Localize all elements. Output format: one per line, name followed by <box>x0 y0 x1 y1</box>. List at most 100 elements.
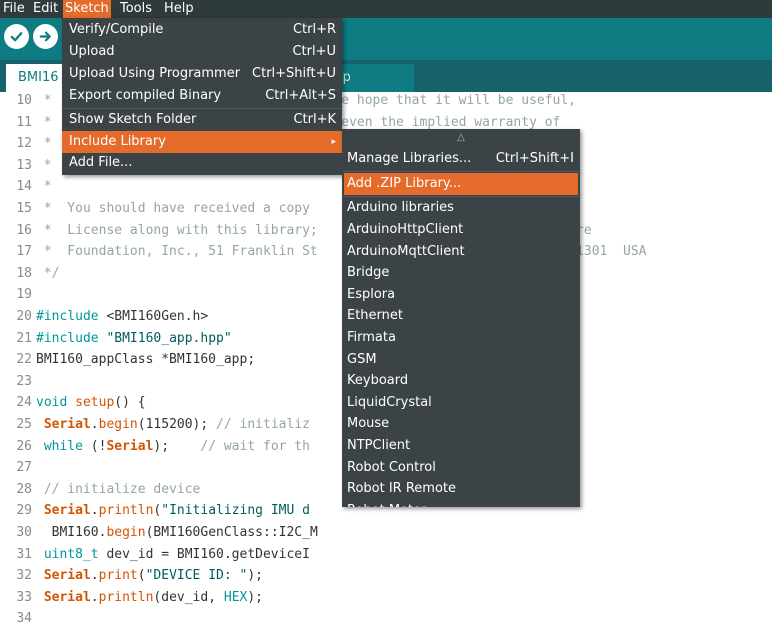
library-item[interactable]: Mouse <box>342 413 580 435</box>
line-number: 21 <box>16 330 32 346</box>
library-item[interactable]: ArduinoMqttClient <box>342 241 580 263</box>
menu-item-label: Export compiled Binary <box>69 88 222 103</box>
line-number: 13 <box>16 157 32 173</box>
menu-item-upload[interactable]: Upload Ctrl+U <box>62 41 342 63</box>
menu-item-manage-libraries[interactable]: Manage Libraries... Ctrl+Shift+I <box>342 148 580 170</box>
code-text: // initialize device <box>36 479 201 501</box>
code-text: void setup() { <box>36 392 146 414</box>
code-token: println <box>98 589 154 605</box>
code-token: ); <box>247 589 264 605</box>
menu-item-add-zip-library[interactable]: Add .ZIP Library... <box>344 173 578 195</box>
library-item[interactable]: Robot Motor <box>342 500 580 507</box>
line-number: 23 <box>16 373 32 389</box>
line-number: 25 <box>16 417 32 432</box>
menu-item-show-sketch-folder[interactable]: Show Sketch Folder Ctrl+K <box>62 109 342 131</box>
code-token: . <box>90 503 99 519</box>
menu-item-add-file[interactable]: Add File... <box>62 152 342 174</box>
menu-item-label: Verify/Compile <box>69 22 164 37</box>
library-item[interactable]: Esplora <box>342 284 580 306</box>
menu-item-label: Show Sketch Folder <box>69 112 197 127</box>
menu-item-include-library[interactable]: Include Library ▸ <box>62 131 342 153</box>
library-item[interactable]: Firmata <box>342 327 580 349</box>
arrow-right-icon <box>39 31 51 42</box>
menu-tools[interactable]: Tools <box>118 0 154 18</box>
menu-item-label: Add .ZIP Library... <box>347 176 462 191</box>
library-item-label: Mouse <box>347 416 390 432</box>
menu-item-export-compiled-binary[interactable]: Export compiled Binary Ctrl+Alt+S <box>62 85 342 107</box>
code-token: void <box>36 395 68 411</box>
line-number: 15 <box>16 201 32 216</box>
library-item[interactable]: Bridge <box>342 262 580 284</box>
library-item[interactable]: Keyboard <box>342 370 580 392</box>
line-number: 31 <box>16 546 32 562</box>
line-number: 28 <box>16 481 32 497</box>
menu-item-shortcut: Ctrl+Shift+U <box>252 66 336 81</box>
library-item-label: Robot Control <box>347 459 436 475</box>
library-item[interactable]: NTPClient <box>342 435 580 457</box>
menu-edit[interactable]: Edit <box>31 0 60 18</box>
line-number: 32 <box>16 568 32 584</box>
menu-sketch[interactable]: Sketch <box>63 0 111 18</box>
library-item[interactable]: Ethernet <box>342 305 580 327</box>
verify-button[interactable] <box>4 24 29 49</box>
upload-button[interactable] <box>33 24 58 49</box>
code-token: // initialize device <box>43 481 201 497</box>
line-number: 22 <box>16 352 32 368</box>
library-item-label: Ethernet <box>347 308 403 324</box>
line-number: 33 <box>16 589 32 605</box>
code-token: "BMI160_app.hpp" <box>106 330 232 346</box>
line-number: 30 <box>16 525 32 540</box>
line-number: 29 <box>16 503 32 519</box>
code-token: "DEVICE ID: " <box>145 568 248 584</box>
code-token: // wait for th <box>200 438 310 454</box>
code-token: HEX <box>223 589 248 605</box>
code-text: uint8_t dev_id = BMI160.getDeviceI <box>36 544 310 566</box>
library-item-label: ArduinoHttpClient <box>347 222 464 237</box>
line-number: 18 <box>16 265 32 281</box>
line-number: 27 <box>16 460 32 476</box>
library-item[interactable]: Robot Control <box>342 457 580 479</box>
menu-item-label: Manage Libraries... <box>347 151 472 166</box>
code-text: while (!Serial); // wait for th <box>36 436 310 458</box>
code-token: dev_id = BMI160.getDeviceI <box>98 546 310 562</box>
library-item-label: LiquidCrystal <box>347 394 432 410</box>
line-number: 26 <box>16 438 32 454</box>
library-item-label: Robot IR Remote <box>347 481 456 497</box>
code-token: Serial <box>43 417 91 432</box>
menu-item-shortcut: Ctrl+R <box>292 22 336 37</box>
code-text: Serial.print("DEVICE ID: "); <box>36 565 263 587</box>
line-number: 14 <box>16 179 32 195</box>
menu-item-label: Upload Using Programmer <box>69 66 241 81</box>
code-text: #include <BMI160Gen.h> <box>36 306 208 328</box>
menu-item-label: Upload <box>69 44 115 59</box>
menu-help[interactable]: Help <box>162 0 196 18</box>
library-item[interactable]: ArduinoHttpClient <box>342 219 580 241</box>
code-token: BMI160_appClass *BMI160_app; <box>36 352 256 368</box>
code-token: #include <box>36 309 107 324</box>
menu-item-upload-using-programmer[interactable]: Upload Using Programmer Ctrl+Shift+U <box>62 63 342 85</box>
code-token: (115200); <box>137 417 217 432</box>
menu-file[interactable]: File <box>1 0 27 18</box>
code-token: println <box>98 503 154 519</box>
line-number: 16 <box>16 222 32 238</box>
arduino-libraries-header: Arduino libraries <box>347 200 454 215</box>
library-item[interactable]: Robot IR Remote <box>342 478 580 500</box>
code-token: uint8_t <box>43 546 99 562</box>
library-item-label: Robot Motor <box>347 500 426 507</box>
menu-item-verify-compile[interactable]: Verify/Compile Ctrl+R <box>62 19 342 41</box>
code-text: Serial.println("Initializing IMU d <box>36 500 310 522</box>
menu-separator <box>342 171 580 172</box>
code-token: Serial <box>43 568 91 584</box>
code-token: ); <box>247 568 263 584</box>
code-token: print <box>98 568 138 584</box>
scroll-up-arrow-icon[interactable]: △ <box>342 131 580 145</box>
library-item[interactable]: LiquidCrystal <box>342 392 580 414</box>
library-item[interactable]: GSM <box>342 349 580 371</box>
code-token: setup <box>75 395 115 411</box>
checkmark-icon <box>10 32 23 42</box>
code-token: . <box>90 589 99 605</box>
code-token: BMI160. <box>36 525 107 540</box>
